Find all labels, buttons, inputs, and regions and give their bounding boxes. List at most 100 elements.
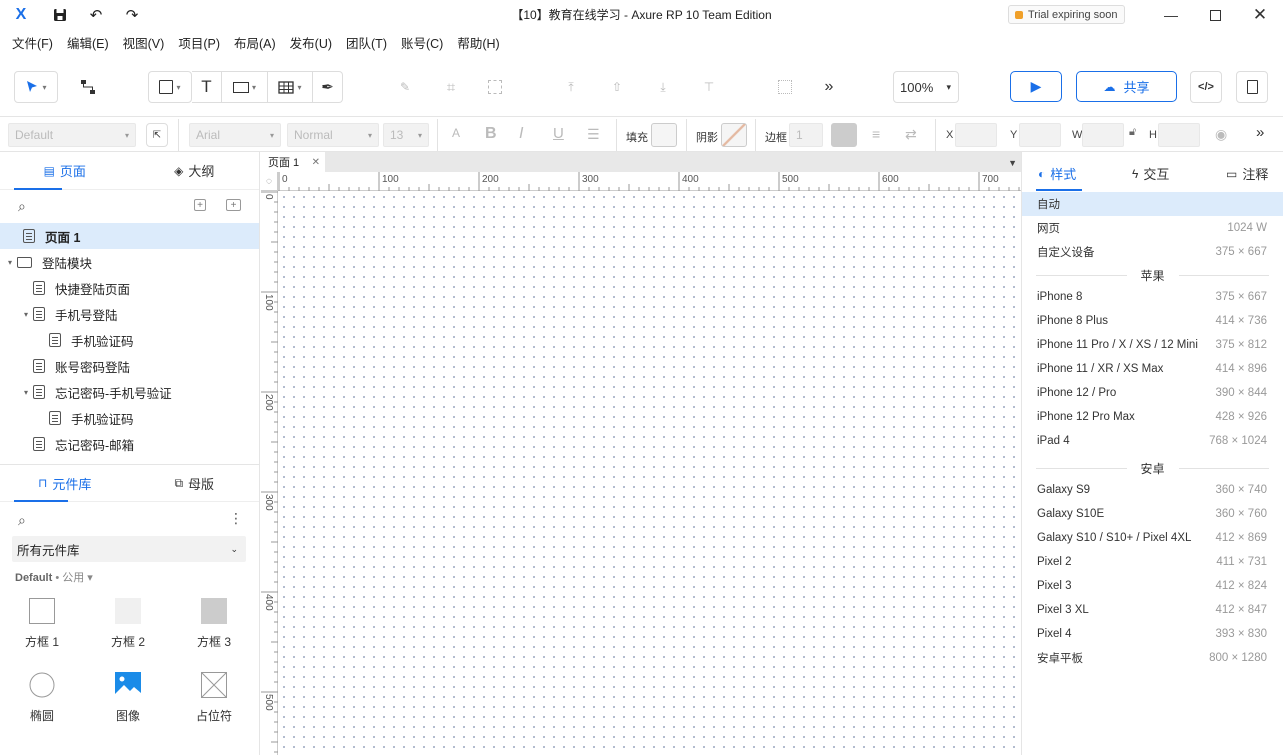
widget-box2[interactable]: 方框 2	[88, 598, 168, 650]
device-option[interactable]: Galaxy S9 360 × 740	[1022, 478, 1283, 502]
bring-forward-button[interactable]: ⤒	[556, 71, 586, 103]
widget-box3[interactable]: 方框 3	[174, 598, 254, 650]
table-tool-button[interactable]: ▾	[268, 71, 313, 103]
tab-style[interactable]: ◐ 样式	[1038, 164, 1076, 183]
tab-pages[interactable]: ▤ 页面	[0, 152, 130, 189]
tree-page[interactable]: ▾ 手机号登陆	[0, 301, 259, 327]
align-icon[interactable]: ☰	[587, 126, 600, 143]
tree-page[interactable]: 忘记密码-邮箱	[0, 431, 259, 457]
widget-ellipse[interactable]: 椭圆	[2, 672, 82, 724]
document-button[interactable]	[1236, 71, 1268, 103]
menu-item-7[interactable]: 账号(C)	[401, 33, 443, 52]
border-arrows-icon[interactable]: ⇄	[905, 126, 917, 143]
search-icon[interactable]: ⌕	[18, 512, 26, 529]
paint-tool-button[interactable]: ✎	[390, 71, 420, 103]
lock-icon[interactable]: 🔓︎	[1129, 126, 1136, 139]
redo-button[interactable]: ↷	[114, 0, 150, 30]
document-tab[interactable]: 页面 1 ✕	[261, 152, 325, 172]
tree-folder[interactable]: ▾ 登陆模块	[0, 249, 259, 275]
library-meta[interactable]: Default • 公用 ▾	[15, 569, 93, 585]
device-option[interactable]: Pixel 3 412 × 824	[1022, 574, 1283, 598]
visibility-icon[interactable]: ◉	[1215, 126, 1227, 143]
border-color-swatch[interactable]	[831, 123, 857, 147]
fill-color-swatch[interactable]	[651, 123, 677, 147]
menu-item-1[interactable]: 编辑(E)	[67, 33, 109, 52]
library-select[interactable]: 所有元件库 ⌄	[12, 536, 246, 562]
bold-icon[interactable]: B	[485, 125, 497, 143]
style-manage-button[interactable]: ⇱	[146, 123, 168, 147]
expand-toggle-icon[interactable]: ▾	[5, 258, 15, 267]
save-button[interactable]	[42, 0, 78, 30]
expand-toggle-icon[interactable]: ▾	[21, 388, 31, 397]
font-color-icon[interactable]: A	[452, 126, 460, 140]
expand-toggle-icon[interactable]: ▾	[21, 310, 31, 319]
font-weight-select[interactable]: Normal ▾	[287, 123, 379, 147]
code-button[interactable]: </>	[1190, 71, 1222, 103]
share-button[interactable]: ☁ 共享	[1076, 71, 1177, 102]
device-option[interactable]: Pixel 2 411 × 731	[1022, 550, 1283, 574]
border-style-icon[interactable]: ≡	[872, 126, 880, 142]
send-backward-button[interactable]: ⤓	[648, 71, 678, 103]
trial-badge[interactable]: Trial expiring soon	[1008, 5, 1126, 24]
kebab-menu-icon[interactable]: ⋮	[229, 510, 243, 527]
border-width-input[interactable]: 1	[789, 123, 823, 147]
tree-page[interactable]: 手机验证码	[0, 405, 259, 431]
device-option[interactable]: Galaxy S10E 360 × 760	[1022, 502, 1283, 526]
tab-libraries[interactable]: ⊓ 元件库	[0, 465, 130, 501]
y-input[interactable]	[1019, 123, 1061, 147]
device-option[interactable]: Galaxy S10 / S10+ / Pixel 4XL 412 × 869	[1022, 526, 1283, 550]
tab-notes[interactable]: ▭ 注释	[1226, 164, 1268, 183]
tree-page[interactable]: 账号密码登陆	[0, 353, 259, 379]
more-tools-button[interactable]: »	[814, 71, 844, 103]
ruler-origin-icon[interactable]: ◌	[261, 172, 278, 191]
shadow-swatch[interactable]	[721, 123, 747, 147]
preview-button[interactable]: ▶	[1010, 71, 1062, 102]
device-option[interactable]: iPhone 11 Pro / X / XS / 12 Mini 375 × 81…	[1022, 333, 1283, 357]
device-option[interactable]: Pixel 3 XL 412 × 847	[1022, 598, 1283, 622]
input-tool-button[interactable]: ▾	[222, 71, 268, 103]
widget-image[interactable]: 图像	[88, 672, 168, 724]
device-option[interactable]: 网页 1024 W	[1022, 216, 1283, 240]
maximize-button[interactable]	[1192, 0, 1238, 30]
search-icon[interactable]: ⌕	[18, 198, 26, 215]
pen-tool-button[interactable]: ✒	[313, 71, 343, 103]
tab-dropdown-icon[interactable]: ▼	[1008, 158, 1017, 168]
menu-item-5[interactable]: 发布(U)	[290, 33, 332, 52]
text-tool-button[interactable]: T	[192, 71, 222, 103]
underline-icon[interactable]: U	[553, 125, 564, 142]
minimize-button[interactable]: —	[1148, 0, 1194, 30]
menu-item-0[interactable]: 文件(F)	[12, 33, 53, 52]
crop-button[interactable]: ⌗	[436, 71, 466, 103]
send-back-button[interactable]: ⊤	[694, 71, 724, 103]
device-option[interactable]: iPhone 12 Pro Max 428 × 926	[1022, 405, 1283, 429]
italic-icon[interactable]: I	[519, 125, 523, 143]
tree-page[interactable]: 页面 1	[0, 223, 259, 249]
device-option[interactable]: 自动	[1022, 192, 1283, 216]
tree-page[interactable]: 快捷登陆页面	[0, 275, 259, 301]
menu-item-4[interactable]: 布局(A)	[234, 33, 276, 52]
add-page-icon[interactable]: +	[194, 199, 206, 211]
add-folder-icon[interactable]: +	[226, 199, 241, 211]
menu-item-2[interactable]: 视图(V)	[123, 33, 165, 52]
tree-page[interactable]: ▾ 忘记密码-手机号验证	[0, 379, 259, 405]
design-canvas[interactable]	[279, 192, 1021, 755]
tab-outline[interactable]: ◈ 大纲	[130, 152, 260, 189]
device-option[interactable]: iPhone 12 / Pro 390 × 844	[1022, 381, 1283, 405]
tree-page[interactable]: 手机验证码	[0, 327, 259, 353]
transform-button[interactable]	[480, 71, 510, 103]
close-tab-icon[interactable]: ✕	[312, 157, 320, 168]
device-option[interactable]: iPad 4 768 × 1024	[1022, 429, 1283, 453]
zoom-select[interactable]: 100% ▾	[893, 71, 959, 103]
x-input[interactable]	[955, 123, 997, 147]
device-option[interactable]: 自定义设备 375 × 667	[1022, 240, 1283, 264]
font-select[interactable]: Arial ▾	[189, 123, 281, 147]
device-option[interactable]: iPhone 8 Plus 414 × 736	[1022, 309, 1283, 333]
connector-tool-button[interactable]	[72, 71, 104, 103]
select-tool-button[interactable]: ▾	[14, 71, 58, 103]
font-size-select[interactable]: 13 ▾	[383, 123, 429, 147]
undo-button[interactable]: ↶	[78, 0, 114, 30]
height-input[interactable]	[1158, 123, 1200, 147]
close-button[interactable]: ✕	[1237, 0, 1283, 30]
device-option[interactable]: iPhone 8 375 × 667	[1022, 285, 1283, 309]
width-input[interactable]	[1082, 123, 1124, 147]
